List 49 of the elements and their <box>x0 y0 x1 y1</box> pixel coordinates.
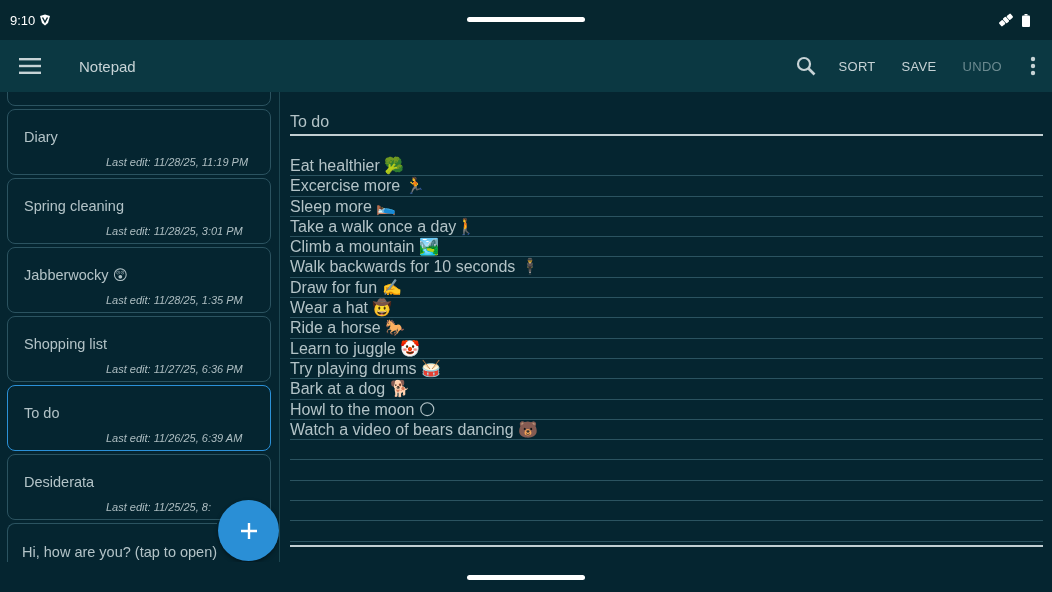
note-line: Eat healthier 🥦 <box>290 157 405 174</box>
note-card[interactable]: To do Last edit: 11/26/25, 6:39 AM <box>7 385 271 451</box>
satellite-icon <box>998 12 1014 28</box>
more-icon <box>1030 56 1036 76</box>
note-title: Desiderata <box>24 474 96 490</box>
note-line: Learn to juggle 🤡 <box>290 339 421 357</box>
search-icon <box>795 56 816 76</box>
note-line: Try playing drums 🥁 <box>290 359 441 377</box>
add-note-button[interactable] <box>218 500 279 561</box>
note-line: Excercise more 🏃 <box>290 177 425 195</box>
note-line: Watch a video of bears dancing 🐻 <box>290 420 538 438</box>
menu-button[interactable] <box>19 58 41 74</box>
note-title: Diary <box>24 129 59 145</box>
battery-icon <box>1022 13 1030 27</box>
app-title: Notepad <box>79 57 136 75</box>
more-options-button[interactable] <box>1028 56 1038 76</box>
note-line: Draw for fun ✍ <box>290 278 402 296</box>
note-title: Jabberwocky 😲 <box>24 267 129 283</box>
note-title: Hi, how are you? (tap to open) <box>22 544 217 560</box>
note-date: Last edit: 11/25/25, 8: <box>106 501 212 513</box>
note-line: Bark at a dog 🐕 <box>290 380 410 398</box>
note-date: Last edit: 11/27/25, 6:36 PM <box>106 363 244 375</box>
note-card[interactable]: Spring cleaning Last edit: 11/28/25, 3:01 PM <box>7 178 271 244</box>
note-line: Climb a mountain 🏞 <box>290 238 439 256</box>
note-card[interactable]: Shopping list Last edit: 11/27/25, 6:36 PM <box>7 316 271 382</box>
note-line: Walk backwards for 10 seconds 🕴 <box>290 258 540 276</box>
note-card[interactable]: Diary Last edit: 11/28/25, 11:19 PM <box>7 109 271 175</box>
note-line: Howl to the moon 🌕 <box>290 400 436 418</box>
note-date: Last edit: 11/28/25, 3:01 PM <box>106 225 244 237</box>
note-card[interactable]: Jabberwocky 😲 Last edit: 11/28/25, 1:35 PM <box>7 247 271 313</box>
note-date: Last edit: 11/26/25, 6:39 AM <box>106 432 244 444</box>
note-body-field[interactable] <box>290 156 1043 544</box>
note-title: To do <box>24 405 61 421</box>
menu-icon <box>19 58 41 74</box>
note-line: Take a walk once a day🚶 <box>290 217 477 235</box>
note-title: Shopping list <box>24 336 109 352</box>
shield-icon <box>39 14 52 26</box>
note-title: Spring cleaning <box>24 198 125 214</box>
plus-icon <box>239 521 258 540</box>
toolbar-action[interactable]: SORT <box>825 52 889 80</box>
note-line: Wear a hat 🤠 <box>290 299 393 317</box>
toolbar-action[interactable]: SAVE <box>888 52 950 80</box>
search-button[interactable] <box>795 56 816 76</box>
note-title-field[interactable]: To do <box>290 110 1043 136</box>
note-line: Ride a horse 🐎 <box>290 319 406 337</box>
note-date: Last edit: 11/28/25, 11:19 PM <box>106 156 250 168</box>
status-time: 9:10 <box>10 12 36 28</box>
note-date: Last edit: 11/28/25, 1:35 PM <box>106 294 244 306</box>
note-line: Sleep more 🛌 <box>290 197 397 215</box>
